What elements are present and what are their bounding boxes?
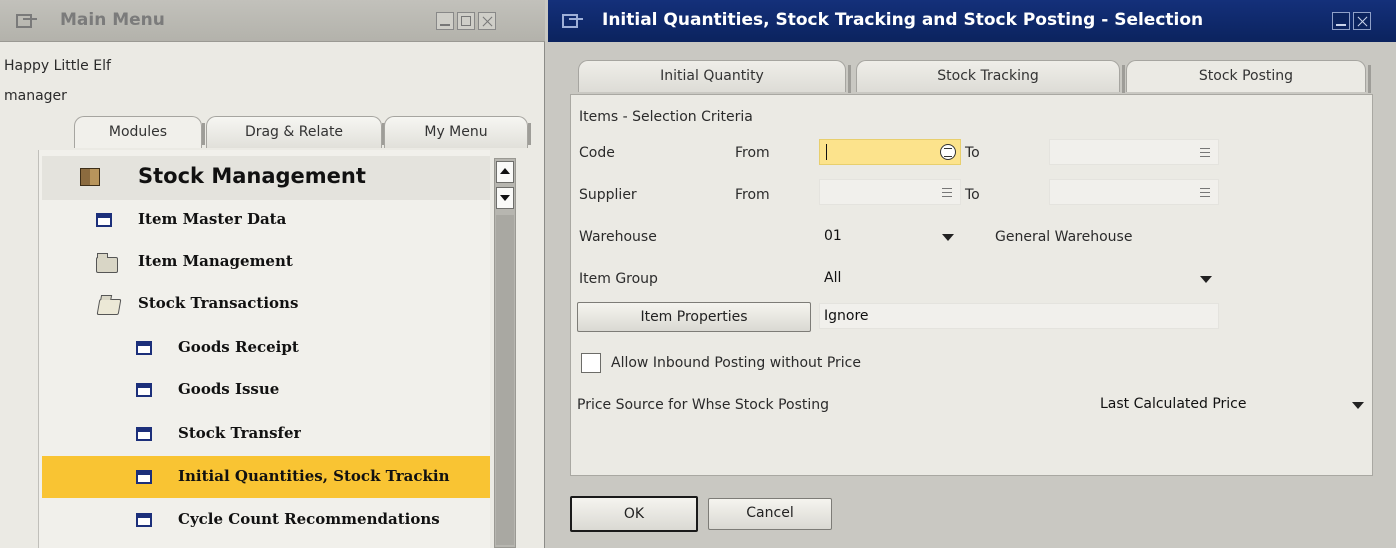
list-icon[interactable]	[942, 188, 952, 197]
maximize-icon[interactable]	[457, 12, 475, 30]
warehouse-label: Warehouse	[579, 229, 657, 245]
menu-item-goods-issue[interactable]: Goods Issue	[42, 370, 490, 410]
price-source-value: Last Calculated Price	[1100, 396, 1247, 412]
menu-item-stock-transfer[interactable]: Stock Transfer	[42, 414, 490, 454]
price-source-select[interactable]: Last Calculated Price	[1095, 391, 1371, 417]
module-stock-management[interactable]: Stock Management	[42, 156, 490, 200]
cancel-button[interactable]: Cancel	[708, 498, 832, 530]
supplier-label: Supplier	[579, 187, 637, 203]
form-icon	[136, 470, 152, 484]
item-group-label: Item Group	[579, 271, 658, 287]
code-from-label: From	[735, 145, 770, 161]
supplier-from-input[interactable]	[819, 179, 961, 205]
list-icon[interactable]	[1200, 188, 1210, 197]
item-group-value: All	[824, 270, 842, 286]
supplier-to-label: To	[965, 187, 980, 203]
price-source-label: Price Source for Whse Stock Posting	[577, 397, 830, 413]
menu-item-label: Cycle Count Recommendations	[178, 510, 440, 528]
text-cursor	[826, 144, 827, 160]
chevron-down-icon[interactable]	[1200, 276, 1212, 283]
vertical-scrollbar[interactable]	[494, 158, 516, 548]
selection-window: Initial Quantities, Stock Tracking and S…	[548, 0, 1396, 548]
tab-drag-relate-label: Drag & Relate	[244, 124, 344, 140]
module-header-label: Stock Management	[138, 164, 366, 188]
code-to-input[interactable]	[1049, 139, 1219, 165]
minimize-icon[interactable]	[436, 12, 454, 30]
supplier-to-input[interactable]	[1049, 179, 1219, 205]
item-group-select[interactable]: All	[819, 265, 1219, 291]
menu-item-label: Item Master Data	[138, 210, 287, 228]
scroll-up-icon[interactable]	[496, 161, 514, 183]
close-icon[interactable]	[1353, 12, 1371, 30]
menu-item-master-data[interactable]: Item Master Data	[42, 200, 490, 240]
list-icon[interactable]	[1200, 148, 1210, 157]
code-label: Code	[579, 145, 615, 161]
menu-item-label: Goods Receipt	[178, 338, 299, 356]
warehouse-name: General Warehouse	[995, 229, 1133, 245]
menu-item-label: Goods Issue	[178, 380, 280, 398]
tab-modules[interactable]: Modules	[74, 116, 205, 148]
allow-inbound-checkbox[interactable]	[581, 353, 601, 373]
tab-my-menu-label: My Menu	[424, 124, 488, 140]
choose-from-list-icon[interactable]	[940, 144, 956, 160]
window-menu-icon[interactable]	[16, 12, 38, 30]
selection-title: Initial Quantities, Stock Tracking and S…	[602, 10, 1204, 30]
menu-item-label: Initial Quantities, Stock Trackin	[178, 467, 450, 485]
section-title: Items - Selection Criteria	[579, 109, 753, 125]
menu-item-label: Stock Transfer	[178, 424, 302, 442]
menu-item-label: Item Management	[138, 252, 293, 270]
menu-item-stock-transactions[interactable]: Stock Transactions	[42, 284, 490, 324]
form-icon	[96, 213, 112, 227]
form-icon	[136, 383, 152, 397]
allow-inbound-label: Allow Inbound Posting without Price	[611, 355, 861, 371]
menu-item-management[interactable]: Item Management	[42, 242, 490, 282]
tab-my-menu[interactable]: My Menu	[384, 116, 531, 148]
menu-item-goods-receipt[interactable]: Goods Receipt	[42, 328, 490, 368]
tab-initial-quantity[interactable]: Initial Quantity	[578, 60, 851, 93]
scroll-track[interactable]	[496, 215, 514, 545]
menu-item-initial-quantities[interactable]: Initial Quantities, Stock Trackin	[42, 456, 490, 498]
folder-icon	[96, 253, 118, 273]
menu-item-label: Stock Transactions	[138, 294, 299, 312]
form-icon	[136, 427, 152, 441]
main-menu-title: Main Menu	[60, 10, 165, 30]
close-icon[interactable]	[478, 12, 496, 30]
menu-item-cycle-count[interactable]: Cycle Count Recommendations	[42, 500, 490, 540]
folder-open-icon	[96, 299, 122, 315]
tab-stock-posting[interactable]: Stock Posting	[1126, 60, 1371, 93]
code-from-input[interactable]	[819, 139, 961, 165]
tab-drag-relate[interactable]: Drag & Relate	[206, 116, 385, 148]
warehouse-value: 01	[824, 228, 842, 244]
stock-posting-panel: Items - Selection Criteria Code From To …	[570, 94, 1373, 476]
tab-initial-quantity-label: Initial Quantity	[660, 68, 764, 84]
scroll-down-icon[interactable]	[496, 187, 514, 209]
ok-button[interactable]: OK	[570, 496, 698, 532]
company-name: Happy Little Elf	[4, 58, 111, 74]
user-name: manager	[4, 88, 67, 104]
chevron-down-icon[interactable]	[942, 234, 954, 241]
code-to-label: To	[965, 145, 980, 161]
tab-stock-tracking[interactable]: Stock Tracking	[856, 60, 1125, 93]
box-icon	[80, 168, 100, 186]
warehouse-select[interactable]: 01	[819, 223, 961, 249]
chevron-down-icon[interactable]	[1352, 402, 1364, 409]
tab-stock-posting-label: Stock Posting	[1198, 68, 1294, 84]
item-properties-value: Ignore	[824, 308, 869, 324]
item-properties-value-field: Ignore	[819, 303, 1219, 329]
supplier-from-label: From	[735, 187, 770, 203]
window-menu-icon[interactable]	[562, 12, 584, 30]
item-properties-button[interactable]: Item Properties	[577, 302, 811, 332]
form-icon	[136, 513, 152, 527]
main-menu-window: Main Menu Happy Little Elf manager Modul…	[0, 0, 545, 548]
tab-stock-tracking-label: Stock Tracking	[937, 68, 1039, 84]
minimize-icon[interactable]	[1332, 12, 1350, 30]
tab-modules-label: Modules	[108, 124, 168, 140]
form-icon	[136, 341, 152, 355]
selection-titlebar[interactable]: Initial Quantities, Stock Tracking and S…	[548, 0, 1396, 42]
main-menu-titlebar[interactable]: Main Menu	[0, 0, 545, 42]
